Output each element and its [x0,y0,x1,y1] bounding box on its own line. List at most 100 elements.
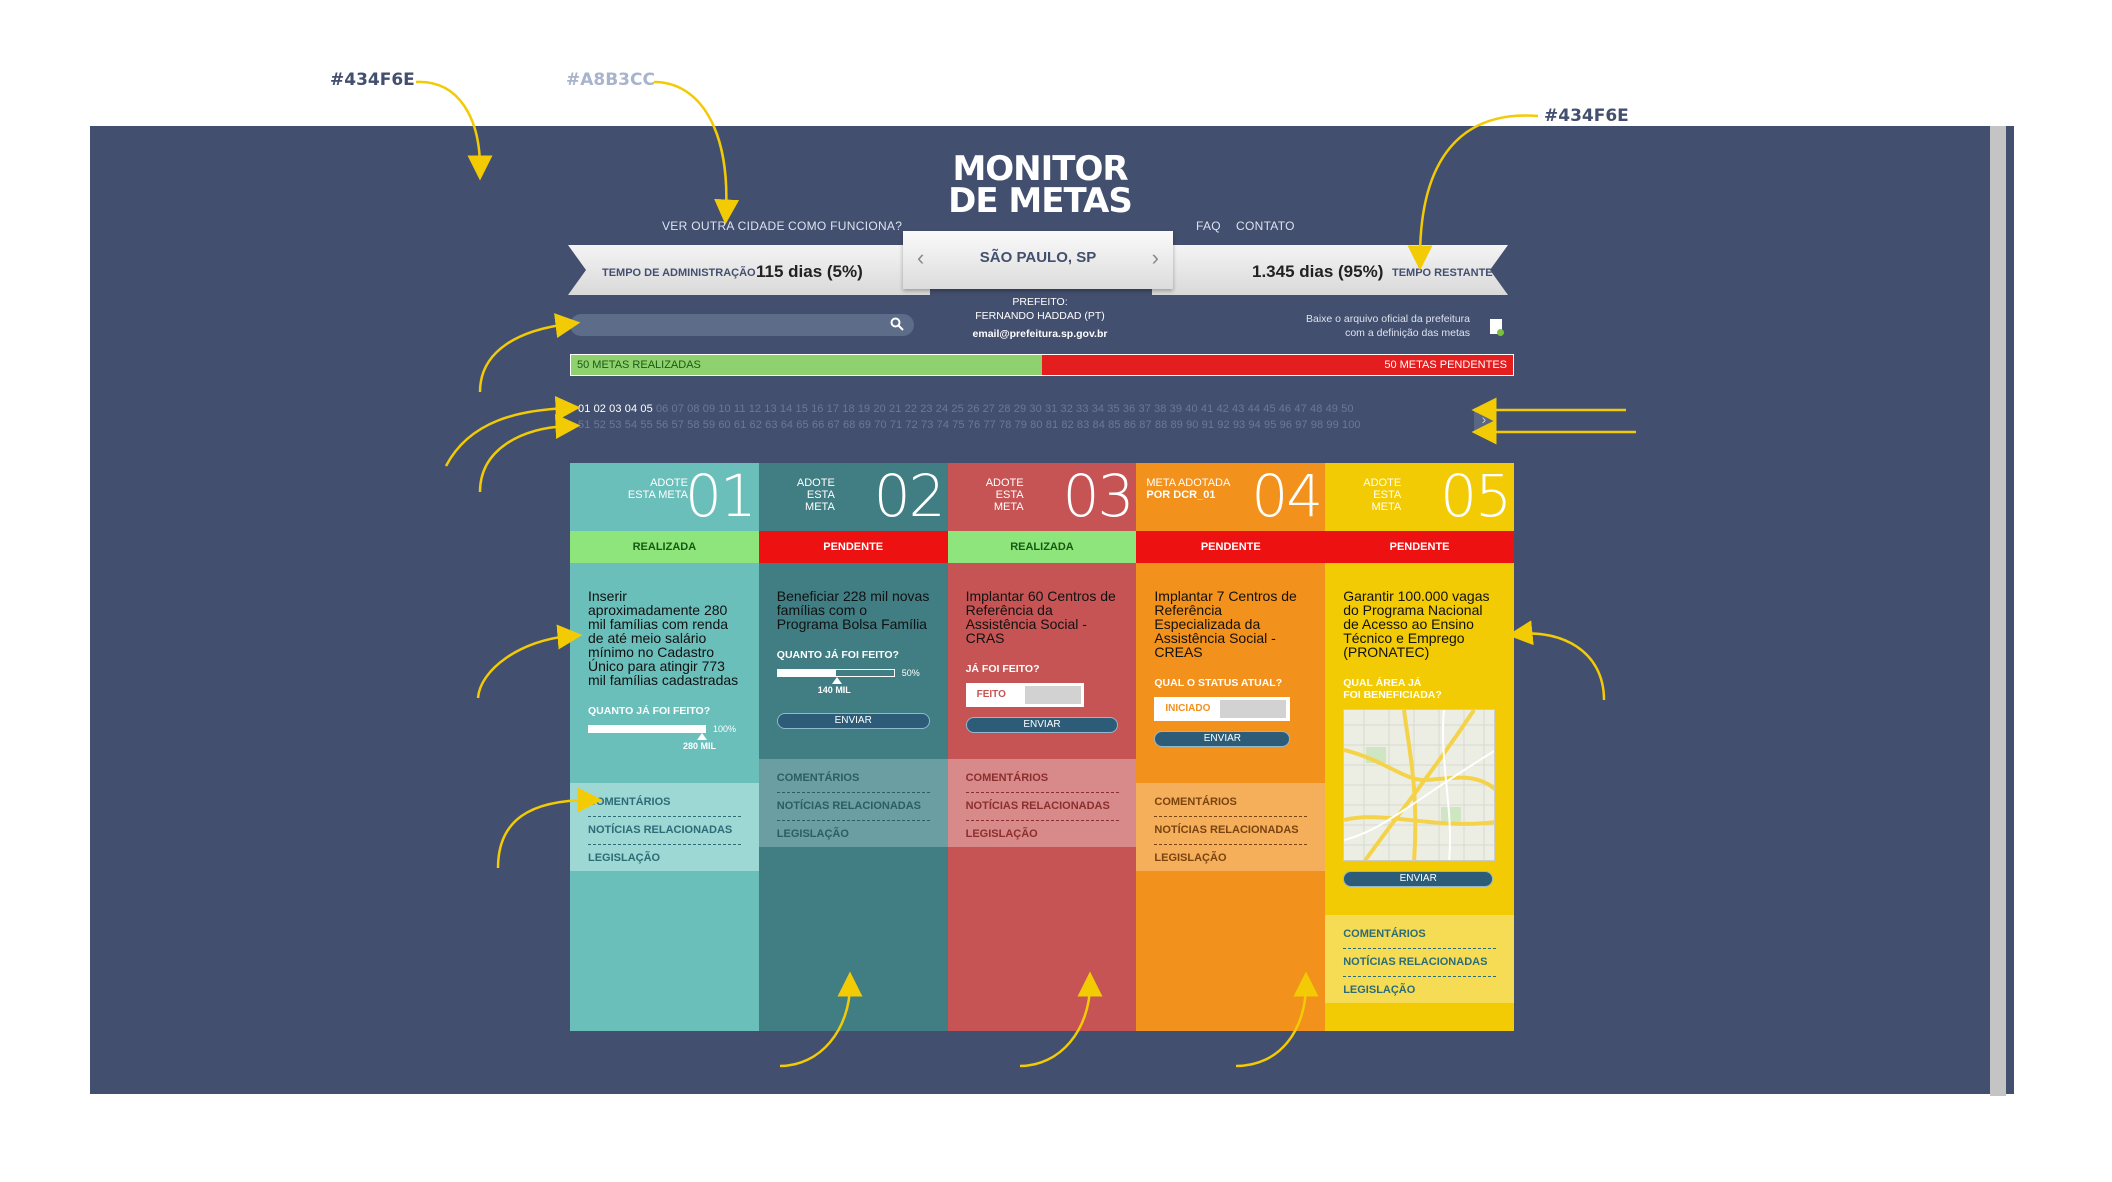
logo-line2: DE METAS [948,181,1133,221]
question-label: QUANTO JÁ FOI FEITO? [776,649,899,661]
legislation-link[interactable]: LEGISLAÇÃO [966,821,1119,849]
progress-percent: 50% [901,668,920,678]
related-news-link[interactable]: NOTÍCIAS RELACIONADAS [1154,817,1308,845]
card-links: COMENTÁRIOS NOTÍCIAS RELACIONADAS LEGISL… [947,759,1137,849]
adopt-line1: ADOTE [796,477,835,489]
pagination-rest-row-1[interactable]: 06 07 08 09 10 11 12 13 14 15 16 17 18 1… [656,403,1354,415]
remaining-time-label: TEMPO RESTANTE [1392,267,1493,279]
adopt-line2: ESTA META [627,489,688,501]
remaining-time-value: 1.345 dias (95%) [1252,262,1384,281]
toggle-on-label: FEITO [976,689,1006,700]
comments-link[interactable]: COMENTÁRIOS [1343,921,1497,949]
pagination-row-1[interactable]: 01 02 03 04 05 06 07 08 09 10 11 12 13 1… [578,403,1354,415]
card-links: COMENTÁRIOS NOTÍCIAS RELACIONADAS LEGISL… [1136,783,1326,873]
progress-bar: 50% 140 MIL [776,668,920,695]
progress-fill [777,670,836,676]
mayor-info: PREFEITO: FERNANDO HADDAD (PT) email@pre… [920,295,1160,341]
adopt-line1: ADOTE [1363,477,1402,489]
comments-link[interactable]: COMENTÁRIOS [1154,789,1308,817]
toggle-on-label: INICIADO [1165,703,1211,714]
legislation-link[interactable]: LEGISLAÇÃO [777,821,930,849]
card-header: ADOTE ESTA META 02 [759,463,948,531]
adopted-line2[interactable]: POR DCR_01 [1146,489,1232,501]
related-news-link[interactable]: NOTÍCIAS RELACIONADAS [588,817,741,845]
card-body: Inserir aproximadamente 280 mil famílias… [570,563,759,751]
comments-link[interactable]: COMENTÁRIOS [588,789,741,817]
progress-marker-label: 280 MIL [683,741,717,751]
goal-description: Inserir aproximadamente 280 mil famílias… [588,588,739,688]
progress-marker-icon[interactable] [831,677,842,684]
progress-marker-icon[interactable] [697,733,707,740]
goal-card-01: ADOTE ESTA META 01 REALIZADA Inserir apr… [570,463,759,1031]
send-button[interactable]: ENVIAR [1343,871,1494,887]
legislation-link[interactable]: LEGISLAÇÃO [1154,845,1307,873]
document-download-icon[interactable] [1490,319,1504,336]
progress-fill [589,726,705,732]
card-body: Implantar 60 Centros de Referência da As… [948,563,1137,733]
question-label: QUAL ÁREA JÁ FOI BENEFICIADA? [1343,677,1496,701]
goal-number: 04 [1251,462,1323,530]
related-news-link[interactable]: NOTÍCIAS RELACIONADAS [776,793,930,821]
adopted-by-label: META ADOTADA POR DCR_01 [1146,477,1232,501]
link-faq[interactable]: FAQ [1196,219,1221,233]
send-button[interactable]: ENVIAR [1154,731,1291,747]
design-spec-sheet: #434F6E #A8B3CC #434F6E #5C6C89 #8B99B2 … [0,0,2112,1182]
chevron-right-icon[interactable]: › [1152,245,1159,271]
adopt-goal-link[interactable]: ADOTE ESTA META [966,477,1024,513]
goal-number: 05 [1440,462,1512,530]
admin-time-ribbon: TEMPO DE ADMINISTRAÇÃO 115 dias (5%) [568,245,930,295]
area-map[interactable] [1343,709,1496,861]
scrollbar[interactable] [1990,126,2006,1096]
download-info[interactable]: Baixe o arquivo oficial da prefeitura co… [1270,312,1470,340]
download-line1: Baixe o arquivo oficial da prefeitura [1305,313,1470,325]
comments-link[interactable]: COMENTÁRIOS [965,765,1119,793]
card-body: Beneficiar 228 mil novas famílias com o … [759,563,948,729]
send-button[interactable]: ENVIAR [776,713,930,729]
card-header: ADOTE ESTA META 05 [1325,463,1514,531]
goal-card-03: ADOTE ESTA META 03 REALIZADA Implantar 6… [947,463,1137,1031]
comments-link[interactable]: COMENTÁRIOS [776,765,930,793]
logo[interactable]: MONITOR DE METAS [930,152,1150,223]
pagination-row-2[interactable]: 51 52 53 54 55 56 57 58 59 60 61 62 63 6… [578,419,1361,431]
link-contact[interactable]: CONTATO [1236,219,1295,233]
pagination-active[interactable]: 01 02 03 04 05 [578,403,653,415]
adopt-goal-link[interactable]: ADOTE ESTA META [777,477,835,513]
mayor-email[interactable]: email@prefeitura.sp.gov.br [920,327,1160,341]
status-badge: PENDENTE [1325,531,1514,563]
search-input[interactable] [570,314,914,336]
legislation-link[interactable]: LEGISLAÇÃO [1343,977,1496,1005]
card-header: ADOTE ESTA META 03 [948,463,1137,531]
link-how-it-works[interactable]: COMO FUNCIONA? [788,219,902,233]
legislation-link[interactable]: LEGISLAÇÃO [588,845,741,873]
goals-done-label: 50 METAS REALIZADAS [571,355,1042,375]
status-toggle[interactable]: INICIADO [1154,697,1291,721]
toggle-off[interactable] [1024,686,1081,704]
progress-bar: 100% 280 MIL [588,724,736,751]
city-selector[interactable]: ‹ SÃO PAULO, SP › [903,231,1173,289]
download-line2: com a definição das metas [1345,327,1470,339]
adopt-line2: ESTA META [805,489,835,513]
related-news-link[interactable]: NOTÍCIAS RELACIONADAS [965,793,1119,821]
goal-number: 02 [873,462,946,530]
goal-description: Beneficiar 228 mil novas famílias com o … [776,588,930,632]
adopt-goal-link[interactable]: ADOTE ESTA META [612,477,688,501]
adopt-goal-link[interactable]: ADOTE ESTA META [1343,477,1401,513]
related-news-link[interactable]: NOTÍCIAS RELACIONADAS [1343,949,1497,977]
city-name: SÃO PAULO, SP [979,249,1097,266]
card-header: ADOTE ESTA META 01 [570,463,759,531]
question-label: QUAL O STATUS ATUAL? [1154,677,1283,689]
status-badge: PENDENTE [1136,531,1326,563]
goal-card-05: ADOTE ESTA META 05 PENDENTE Garantir 100… [1325,463,1515,1031]
pagination-next-button[interactable]: › [1474,408,1494,430]
done-toggle[interactable]: FEITO [965,683,1084,707]
toggle-off[interactable] [1220,700,1287,718]
goals-pending-label: 50 METAS PENDENTES [1042,355,1513,375]
link-other-city[interactable]: VER OUTRA CIDADE [662,219,785,233]
mayor-name: FERNANDO HADDAD (PT) [975,310,1105,322]
send-button[interactable]: ENVIAR [965,717,1119,733]
card-links: COMENTÁRIOS NOTÍCIAS RELACIONADAS LEGISL… [1325,915,1515,1005]
adopt-line2: ESTA META [993,489,1024,513]
mayor-label: PREFEITO: [1012,296,1068,308]
search-icon[interactable] [890,317,906,333]
adopt-line1: ADOTE [650,477,688,489]
